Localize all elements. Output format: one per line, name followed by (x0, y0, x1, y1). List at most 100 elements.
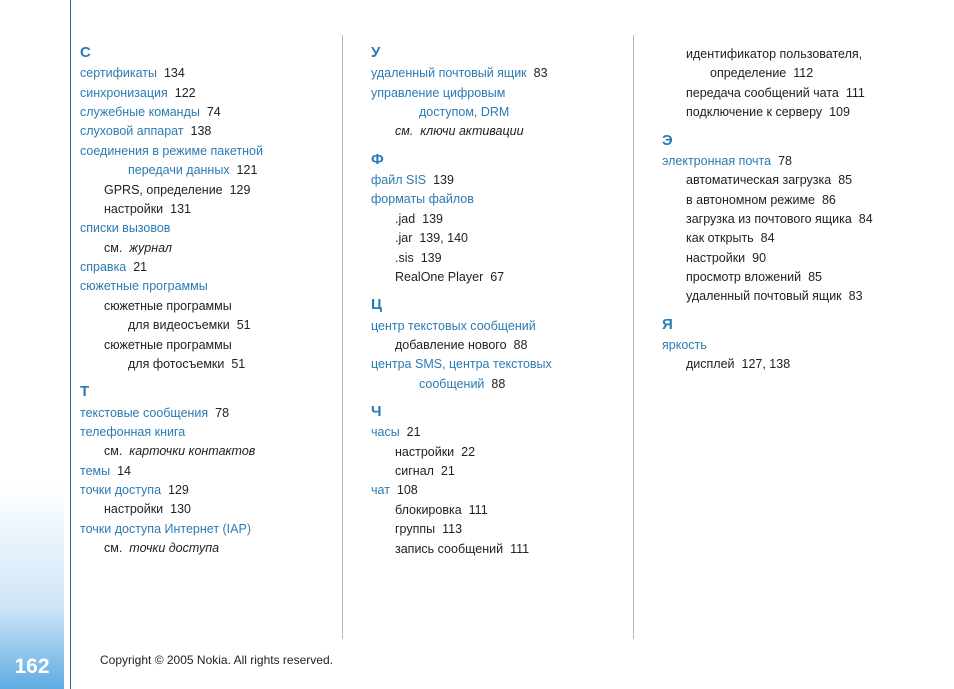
index-entry: сертификаты 134 (80, 64, 342, 83)
index-subentry: настройки 90 (686, 249, 924, 268)
index-term: чат (371, 483, 390, 497)
index-see: см. карточки контактов (104, 442, 342, 461)
index-page-ref: 51 (231, 357, 245, 371)
index-entry: чат 108 (371, 481, 633, 500)
index-subentry: .jar 139, 140 (395, 229, 633, 248)
index-subterm: передача сообщений чата (686, 86, 839, 100)
index-page-ref: 86 (822, 193, 836, 207)
index-page-ref: 83 (849, 289, 863, 303)
index-page-ref: 78 (778, 154, 792, 168)
index-entry: часы 21 (371, 423, 633, 442)
index-page-ref: 108 (397, 483, 418, 497)
index-page-ref: 139 (421, 251, 442, 265)
index-term: доступом, DRM (419, 105, 509, 119)
index-subentry: в автономном режиме 86 (686, 191, 924, 210)
index-letter-f: Ф (371, 148, 633, 171)
vertical-rule (70, 0, 71, 689)
index-subentry: просмотр вложений 85 (686, 268, 924, 287)
index-page-ref: 122 (175, 86, 196, 100)
index-entry-cont: доступом, DRM (419, 103, 633, 122)
left-gradient-rail: 162 (0, 0, 64, 689)
index-entry: удаленный почтовый ящик 83 (371, 64, 633, 83)
index-entry: слуховой аппарат 138 (80, 122, 342, 141)
index-letter-e: Э (662, 129, 924, 152)
index-entry: точки доступа 129 (80, 481, 342, 500)
index-term: телефонная книга (80, 425, 185, 439)
index-subentry: автоматическая загрузка 85 (686, 171, 924, 190)
index-subentry: как открыть 84 (686, 229, 924, 248)
index-page-ref: 121 (237, 163, 258, 177)
index-page-ref: 109 (829, 105, 850, 119)
index-subterm: сюжетные программы (104, 299, 232, 313)
index-subentry-cont: для фотосъемки 51 (128, 355, 342, 374)
index-subterm: .sis (395, 251, 414, 265)
index-page-ref: 83 (534, 66, 548, 80)
index-subentry: передача сообщений чата 111 (686, 84, 924, 103)
index-subterm: дисплей (686, 357, 735, 371)
index-page-ref: 21 (441, 464, 455, 478)
index-subterm: RealOne Player (395, 270, 483, 284)
index-entry: точки доступа Интернет (IAP) (80, 520, 342, 539)
index-term: файл SIS (371, 173, 426, 187)
index-term: списки вызовов (80, 221, 170, 235)
index-subentry: настройки 130 (104, 500, 342, 519)
index-subentry: дисплей 127, 138 (686, 355, 924, 374)
see-target: карточки контактов (129, 444, 255, 458)
see-label: см. (395, 124, 413, 138)
see-target: журнал (129, 241, 172, 255)
index-subentry-cont: для видеосъемки 51 (128, 316, 342, 335)
index-entry: служебные команды 74 (80, 103, 342, 122)
index-page-ref: 130 (170, 502, 191, 516)
column-2: У удаленный почтовый ящик 83 управление … (371, 35, 634, 639)
index-subentry: сюжетные программы (104, 336, 342, 355)
index-term: часы (371, 425, 400, 439)
index-term: сертификаты (80, 66, 157, 80)
index-page-ref: 139 (422, 212, 443, 226)
index-page-ref: 22 (461, 445, 475, 459)
see-label: см. (104, 444, 122, 458)
index-columns: С сертификаты 134 синхронизация 122 служ… (80, 35, 924, 639)
index-subterm: в автономном режиме (686, 193, 815, 207)
index-entry: файл SIS 139 (371, 171, 633, 190)
index-page-ref: 111 (846, 86, 865, 100)
page-number: 162 (10, 655, 54, 679)
index-entry-cont: передачи данных 121 (128, 161, 342, 180)
index-entry: яркость (662, 336, 924, 355)
index-subterm: настройки (395, 445, 454, 459)
index-subentry: .jad 139 (395, 210, 633, 229)
index-subterm: настройки (686, 251, 745, 265)
index-page-ref: 112 (793, 66, 813, 80)
index-page-ref: 85 (808, 270, 822, 284)
index-term: слуховой аппарат (80, 124, 184, 138)
index-subterm: загрузка из почтового ящика (686, 212, 852, 226)
index-page-ref: 84 (859, 212, 873, 226)
index-page-ref: 129 (230, 183, 251, 197)
index-entry: центра SMS, центра текстовых (371, 355, 633, 374)
index-page-ref: 90 (752, 251, 766, 265)
index-subterm: группы (395, 522, 435, 536)
index-term: сообщений (419, 377, 484, 391)
column-3: идентификатор пользователя, определение … (662, 35, 924, 639)
index-term: яркость (662, 338, 707, 352)
index-page-ref: 113 (442, 522, 462, 536)
index-subentry: сюжетные программы (104, 297, 342, 316)
index-page-ref: 138 (191, 124, 212, 138)
index-page-ref: 129 (168, 483, 189, 497)
index-subterm: идентификатор пользователя, (686, 47, 862, 61)
index-term: точки доступа (80, 483, 161, 497)
index-letter-ya: Я (662, 313, 924, 336)
index-page-ref: 14 (117, 464, 131, 478)
index-subentry: настройки 22 (395, 443, 633, 462)
index-entry: сюжетные программы (80, 277, 342, 296)
index-entry: электронная почта 78 (662, 152, 924, 171)
index-subterm: для видеосъемки (128, 318, 230, 332)
index-page-ref: 88 (514, 338, 528, 352)
copyright-footer: Copyright © 2005 Nokia. All rights reser… (100, 653, 333, 667)
column-1: С сертификаты 134 синхронизация 122 служ… (80, 35, 343, 639)
index-page-ref: 67 (490, 270, 504, 284)
index-letter-t: Т (80, 380, 342, 403)
index-letter-u: У (371, 41, 633, 64)
index-term: сюжетные программы (80, 279, 208, 293)
index-subterm: просмотр вложений (686, 270, 801, 284)
index-page-ref: 51 (237, 318, 251, 332)
